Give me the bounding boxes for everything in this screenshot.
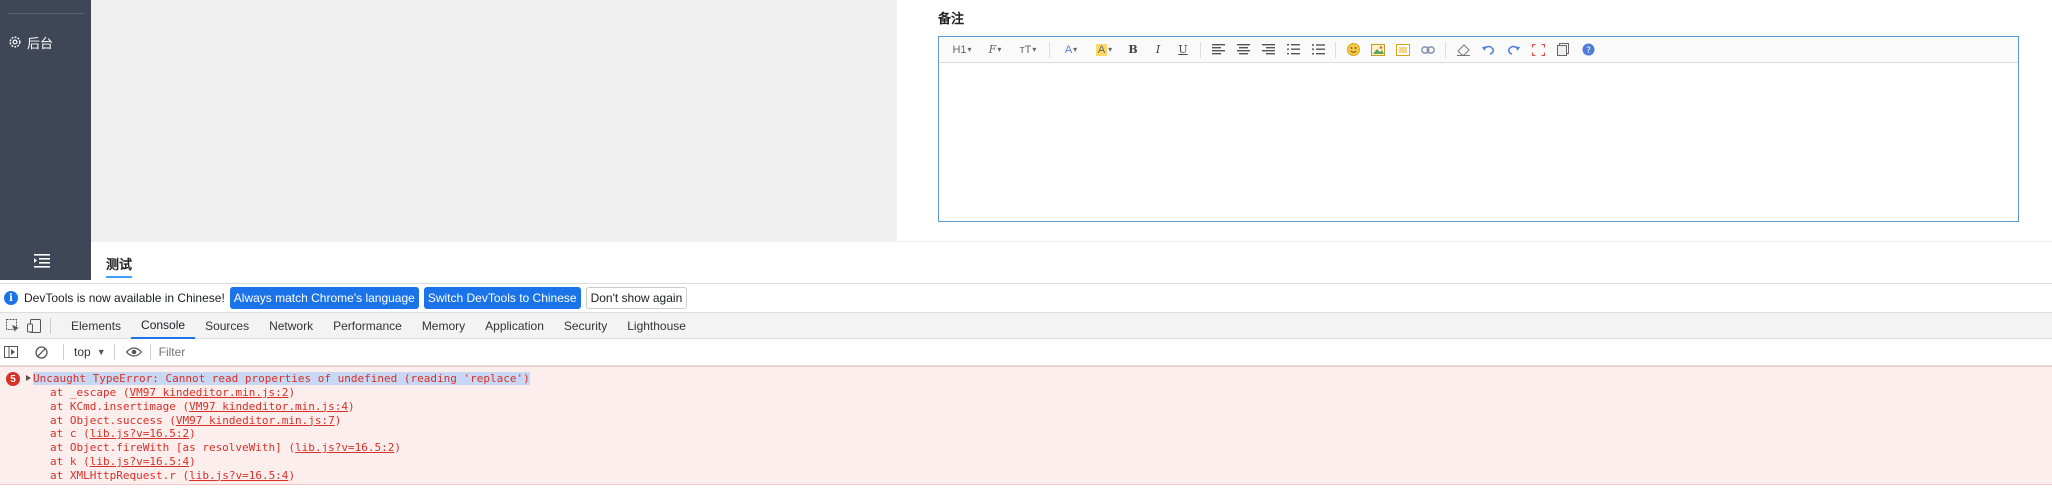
error-text: Uncaught TypeError: Cannot read properti… xyxy=(33,372,530,385)
about-icon[interactable]: ? xyxy=(1577,40,1599,60)
app-area: 后台 备注 H1 ▾ F ▾ тT ▾ A ▾ A ▾ B I U ? 测试 xyxy=(0,0,2052,280)
tab-application[interactable]: Application xyxy=(475,313,554,339)
bold-icon[interactable]: B xyxy=(1122,40,1144,60)
info-icon: i xyxy=(4,291,18,305)
stack-frame: at c (lib.js?v=16.5:2) xyxy=(50,427,196,441)
gear-icon xyxy=(9,36,21,48)
tab-sources[interactable]: Sources xyxy=(195,313,259,339)
editor-content-area[interactable] xyxy=(939,64,2018,221)
content-left-panel xyxy=(91,0,896,241)
stack-frame: at _escape (VM97 kindeditor.min.js:2) xyxy=(50,386,296,399)
page-tab-bar: 测试 xyxy=(91,241,2052,280)
tab-security[interactable]: Security xyxy=(554,313,617,339)
toolbar-divider xyxy=(63,344,64,360)
toolbar-divider xyxy=(1335,41,1336,58)
svg-text:?: ? xyxy=(1586,46,1591,56)
toolbar-divider xyxy=(149,344,151,360)
switch-to-chinese-button[interactable]: Switch DevTools to Chinese xyxy=(423,287,581,309)
heading-icon[interactable]: H1 ▾ xyxy=(947,40,977,60)
font-family-icon[interactable]: F ▾ xyxy=(980,40,1010,60)
tab-test[interactable]: 测试 xyxy=(106,254,133,278)
context-selector-value: top xyxy=(74,345,91,359)
stack-frame: at XMLHttpRequest.r (lib.js?v=16.5:4) xyxy=(50,468,296,482)
source-link[interactable]: lib.js?v=16.5:4 xyxy=(189,469,288,482)
undo-icon[interactable] xyxy=(1477,40,1499,60)
unordered-list-icon[interactable] xyxy=(1307,40,1329,60)
font-color-icon[interactable]: A ▾ xyxy=(1056,40,1086,60)
stack-frame: at Object.success (VM97 kindeditor.min.j… xyxy=(50,413,342,427)
eraser-icon[interactable] xyxy=(1452,40,1474,60)
inspect-element-icon[interactable] xyxy=(5,318,21,334)
show-sidebar-icon[interactable] xyxy=(3,344,19,360)
font-size-icon[interactable]: тT ▾ xyxy=(1013,40,1043,60)
tab-console[interactable]: Console xyxy=(131,313,196,339)
image-icon[interactable] xyxy=(1367,40,1389,60)
rich-text-editor: H1 ▾ F ▾ тT ▾ A ▾ A ▾ B I U ? xyxy=(938,36,2019,222)
sidebar: 后台 xyxy=(0,0,91,280)
tab-elements[interactable]: Elements xyxy=(61,313,131,339)
live-expression-eye-icon[interactable] xyxy=(125,344,142,360)
error-count-badge: 5 xyxy=(6,372,20,386)
toolbar-divider xyxy=(1200,41,1201,58)
align-right-icon[interactable] xyxy=(1257,40,1279,60)
console-toolbar: top ▼ xyxy=(0,339,2052,366)
source-link[interactable]: lib.js?v=16.5:2 xyxy=(295,441,394,454)
stack-frame: at Object.fireWith [as resolveWith] (lib… xyxy=(50,441,402,455)
tab-memory[interactable]: Memory xyxy=(412,313,475,339)
clear-console-icon[interactable] xyxy=(33,344,49,360)
always-match-language-button[interactable]: Always match Chrome's language xyxy=(229,287,419,309)
toolbar-divider xyxy=(1445,41,1446,58)
editor-toolbar: H1 ▾ F ▾ тT ▾ A ▾ A ▾ B I U ? xyxy=(939,37,2018,63)
stack-frame: at k (lib.js?v=16.5:4) xyxy=(50,454,196,468)
source-link[interactable]: VM97 kindeditor.min.js:2 xyxy=(129,386,288,399)
ordered-list-icon[interactable] xyxy=(1282,40,1304,60)
infobar-message: DevTools is now available in Chinese! xyxy=(24,291,225,305)
source-link[interactable]: lib.js?v=16.5:4 xyxy=(90,455,189,468)
italic-icon[interactable]: I xyxy=(1147,40,1169,60)
tab-lighthouse[interactable]: Lighthouse xyxy=(617,313,696,339)
source-link[interactable]: VM97 kindeditor.min.js:4 xyxy=(189,400,348,413)
toolbar-divider xyxy=(113,344,115,360)
sidebar-divider xyxy=(8,13,84,14)
console-output: 5 Uncaught TypeError: Cannot read proper… xyxy=(0,366,2052,490)
emoticon-icon[interactable] xyxy=(1342,40,1364,60)
toolbar-divider xyxy=(1049,41,1050,58)
dropdown-arrow-icon: ▼ xyxy=(96,347,106,357)
tab-performance[interactable]: Performance xyxy=(323,313,412,339)
menu-fold-icon[interactable] xyxy=(33,252,51,268)
devtools-tab-bar: Elements Console Sources Network Perform… xyxy=(0,312,2052,339)
console-error-message: 5 Uncaught TypeError: Cannot read proper… xyxy=(0,366,2052,485)
redo-icon[interactable] xyxy=(1502,40,1524,60)
align-center-icon[interactable] xyxy=(1232,40,1254,60)
device-toolbar-icon[interactable] xyxy=(26,318,42,334)
toolbar-divider xyxy=(50,317,51,334)
source-link[interactable]: lib.js?v=16.5:2 xyxy=(90,427,189,440)
console-filter-input[interactable] xyxy=(158,345,559,359)
tab-network[interactable]: Network xyxy=(259,313,323,339)
devtools-infobar: i DevTools is now available in Chinese! … xyxy=(0,283,2052,312)
fullscreen-icon[interactable] xyxy=(1527,40,1549,60)
sidebar-item-label: 后台 xyxy=(27,36,54,52)
context-selector[interactable]: top ▼ xyxy=(74,345,106,359)
sidebar-item-backend[interactable]: 后台 xyxy=(8,32,53,52)
dont-show-again-button[interactable]: Don't show again xyxy=(585,287,688,309)
remark-label: 备注 xyxy=(938,12,965,27)
flash-icon[interactable] xyxy=(1392,40,1414,60)
stack-frame: at KCmd.insertimage (VM97 kindeditor.min… xyxy=(50,399,355,413)
source-icon[interactable] xyxy=(1552,40,1574,60)
align-left-icon[interactable] xyxy=(1207,40,1229,60)
stack-trace: at _escape (VM97 kindeditor.min.js:2) at… xyxy=(50,386,401,483)
link-icon[interactable] xyxy=(1417,40,1439,60)
source-link[interactable]: VM97 kindeditor.min.js:7 xyxy=(176,414,335,427)
expand-arrow-icon[interactable] xyxy=(26,375,31,381)
highlight-icon[interactable]: A ▾ xyxy=(1089,40,1119,60)
underline-icon[interactable]: U xyxy=(1172,40,1194,60)
